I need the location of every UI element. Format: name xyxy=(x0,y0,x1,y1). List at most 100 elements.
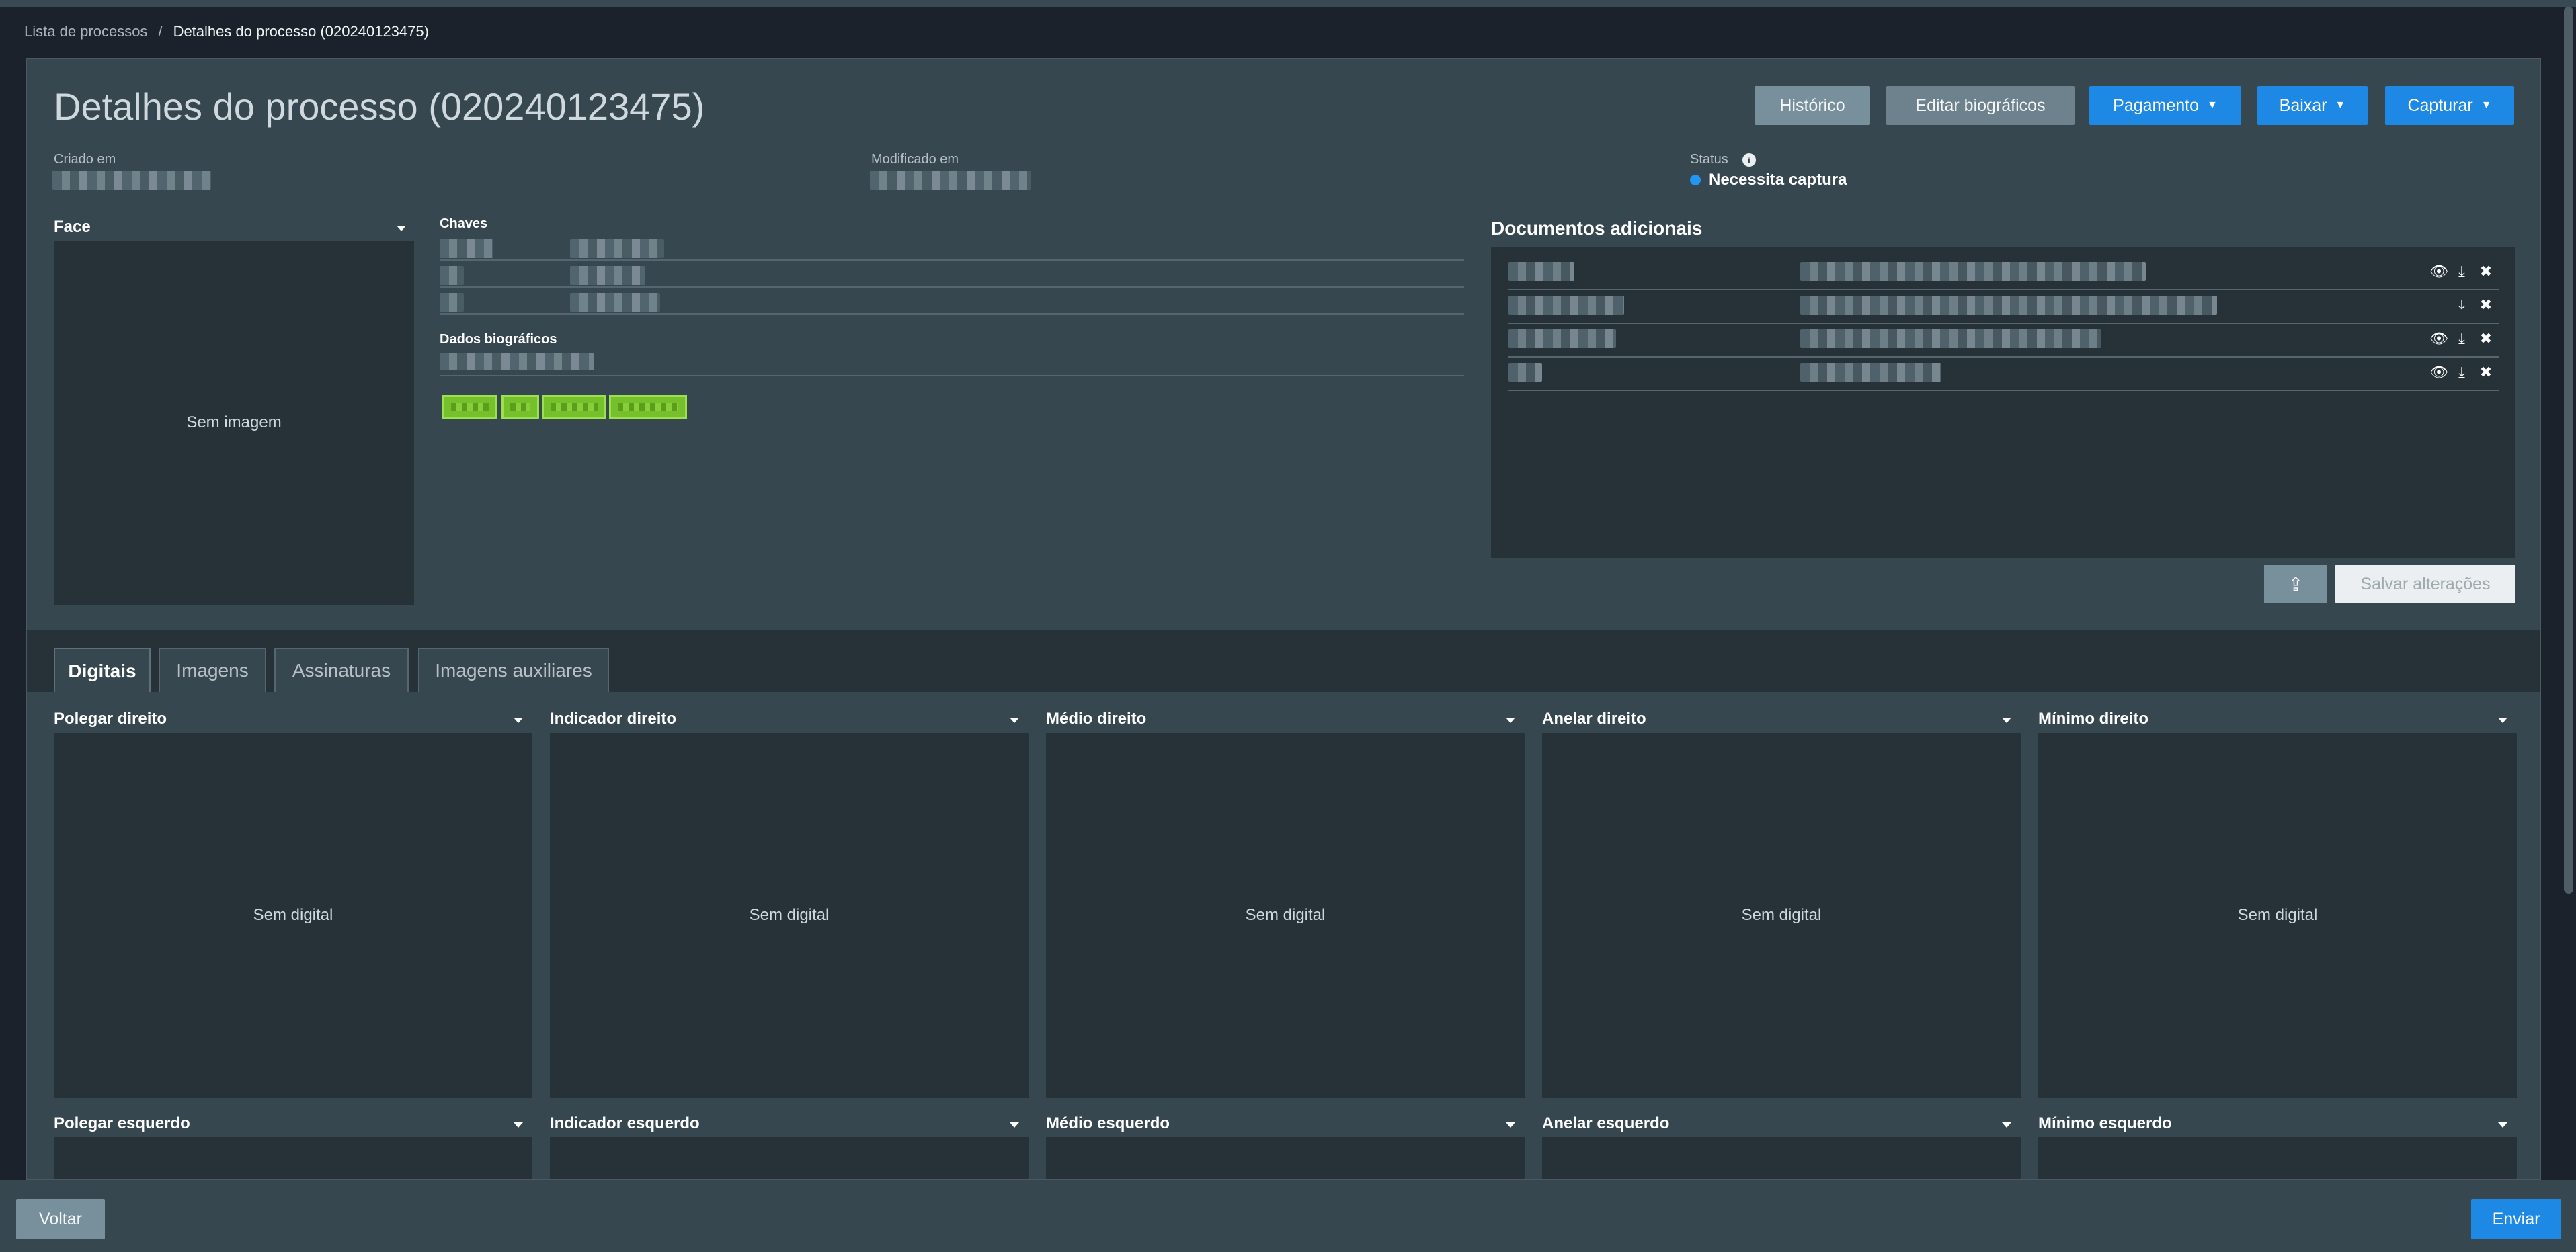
capture-button-label: Capturar xyxy=(2407,95,2473,115)
eye-icon[interactable]: 👁 xyxy=(2429,263,2448,280)
tab-digitais[interactable]: Digitais xyxy=(54,648,151,694)
breadcrumb-current: Detalhes do processo (020240123475) xyxy=(173,23,429,40)
tab-assinaturas[interactable]: Assinaturas xyxy=(274,648,409,692)
keys-label: Chaves xyxy=(440,216,488,231)
finger-label-right-index: Indicador direito xyxy=(550,710,677,728)
key-name-redacted xyxy=(440,293,464,312)
capture-button[interactable]: Capturar ▼ xyxy=(2385,86,2514,125)
key-value-redacted xyxy=(570,266,645,285)
tab-label: Digitais xyxy=(68,661,136,681)
chevron-down-icon[interactable] xyxy=(514,1122,523,1128)
finger-placeholder: Sem digital xyxy=(253,906,333,924)
divider xyxy=(1508,323,2499,324)
status-dot-icon xyxy=(1690,175,1701,185)
download-icon[interactable]: ⤓ xyxy=(2454,263,2470,280)
tab-label: Imagens xyxy=(176,660,249,681)
finger-box-right-index[interactable]: Sem digital xyxy=(550,733,1029,1098)
tab-label: Imagens auxiliares xyxy=(435,660,592,681)
save-changes-button[interactable]: Salvar alterações xyxy=(2335,565,2515,603)
fingerprints-panel: Polegar direito Sem digital Indicador di… xyxy=(27,692,2540,1179)
tab-imagens[interactable]: Imagens xyxy=(159,648,266,692)
page-scrollbar[interactable] xyxy=(2561,7,2576,1180)
status-label: Status xyxy=(1690,152,1728,167)
finger-placeholder: Sem digital xyxy=(749,906,830,924)
face-menu-caret-icon[interactable] xyxy=(397,226,406,231)
document-name-redacted xyxy=(1508,296,1624,315)
breadcrumb-separator: / xyxy=(158,23,163,40)
finger-label-left-middle: Médio esquerdo xyxy=(1046,1114,1170,1132)
tab-imagens-auxiliares[interactable]: Imagens auxiliares xyxy=(418,648,609,692)
footer-bar: Voltar Enviar xyxy=(0,1180,2576,1252)
document-detail-redacted xyxy=(1800,329,2101,348)
key-name-redacted xyxy=(440,266,464,285)
highlighted-tag-button[interactable] xyxy=(442,395,497,419)
edit-biographics-button[interactable]: Editar biográficos xyxy=(1886,86,2075,125)
download-icon[interactable]: ⤓ xyxy=(2454,331,2470,347)
key-name-redacted xyxy=(440,239,493,258)
download-icon[interactable]: ⤓ xyxy=(2454,364,2470,380)
close-icon[interactable]: ✖ xyxy=(2478,364,2494,380)
finger-box-left-little[interactable] xyxy=(2038,1137,2517,1179)
close-icon[interactable]: ✖ xyxy=(2478,263,2494,280)
finger-box-right-thumb[interactable]: Sem digital xyxy=(54,733,532,1098)
back-button[interactable]: Voltar xyxy=(16,1199,105,1239)
finger-box-left-index[interactable] xyxy=(550,1137,1029,1179)
chevron-down-icon[interactable] xyxy=(2498,1122,2507,1128)
highlighted-tag-button[interactable] xyxy=(609,395,687,419)
finger-box-right-middle[interactable]: Sem digital xyxy=(1046,733,1525,1098)
scrollbar-thumb[interactable] xyxy=(2564,7,2573,894)
chevron-down-icon[interactable] xyxy=(1506,1122,1515,1128)
finger-label-left-ring: Anelar esquerdo xyxy=(1542,1114,1670,1132)
finger-box-left-middle[interactable] xyxy=(1046,1137,1525,1179)
finger-label-right-ring: Anelar direito xyxy=(1542,710,1646,728)
save-changes-label: Salvar alterações xyxy=(2360,574,2491,593)
close-icon[interactable]: ✖ xyxy=(2478,331,2494,347)
history-button[interactable]: Histórico xyxy=(1755,86,1870,125)
chevron-down-icon[interactable] xyxy=(1010,718,1019,723)
breadcrumb-parent-link[interactable]: Lista de processos xyxy=(24,23,147,40)
face-image-box[interactable]: Sem imagem xyxy=(54,241,414,605)
back-button-label: Voltar xyxy=(39,1209,82,1228)
chevron-down-icon[interactable] xyxy=(514,718,523,723)
divider xyxy=(1508,390,2499,391)
chevron-down-icon[interactable] xyxy=(2002,1122,2011,1128)
created-label: Criado em xyxy=(54,152,116,167)
tab-label: Assinaturas xyxy=(292,660,391,681)
biographic-value-redacted xyxy=(440,353,594,370)
eye-icon[interactable]: 👁 xyxy=(2429,364,2448,380)
finger-box-left-thumb[interactable] xyxy=(54,1137,532,1179)
highlighted-tag-button[interactable] xyxy=(501,395,539,419)
chevron-down-icon[interactable] xyxy=(2002,718,2011,723)
page-title: Detalhes do processo (020240123475) xyxy=(54,85,705,128)
finger-placeholder: Sem digital xyxy=(1245,906,1326,924)
eye-icon[interactable]: 👁 xyxy=(2429,331,2448,347)
document-name-redacted xyxy=(1508,262,1574,281)
chevron-down-icon[interactable] xyxy=(1506,718,1515,723)
key-value-redacted xyxy=(570,239,664,258)
status-value: Necessita captura xyxy=(1690,171,1847,190)
chevron-down-icon[interactable] xyxy=(1010,1122,1019,1128)
send-button[interactable]: Enviar xyxy=(2471,1199,2561,1239)
divider xyxy=(440,286,1464,288)
finger-label-left-index: Indicador esquerdo xyxy=(550,1114,700,1132)
finger-box-left-ring[interactable] xyxy=(1542,1137,2021,1179)
download-button[interactable]: Baixar ▼ xyxy=(2257,86,2368,125)
finger-placeholder: Sem digital xyxy=(1741,906,1822,924)
finger-box-right-ring[interactable]: Sem digital xyxy=(1542,733,2021,1098)
top-bar xyxy=(0,0,2576,7)
info-icon[interactable]: i xyxy=(1742,153,1756,167)
download-icon[interactable]: ⤓ xyxy=(2454,297,2470,313)
finger-label-right-middle: Médio direito xyxy=(1046,710,1147,728)
close-icon[interactable]: ✖ xyxy=(2478,297,2494,313)
finger-box-right-little[interactable]: Sem digital xyxy=(2038,733,2517,1098)
highlighted-tag-button[interactable] xyxy=(542,395,606,419)
status-text: Necessita captura xyxy=(1709,171,1847,189)
upload-document-button[interactable]: ⇪ xyxy=(2264,565,2327,603)
chevron-down-icon[interactable] xyxy=(2498,718,2507,723)
process-details-card: Detalhes do processo (020240123475) Hist… xyxy=(26,58,2541,1180)
payment-button[interactable]: Pagamento ▼ xyxy=(2089,86,2241,125)
created-value-redacted xyxy=(52,171,211,190)
document-name-redacted xyxy=(1508,329,1616,348)
biographic-data-label: Dados biográficos xyxy=(440,332,557,347)
upload-icon: ⇪ xyxy=(2288,573,2304,595)
